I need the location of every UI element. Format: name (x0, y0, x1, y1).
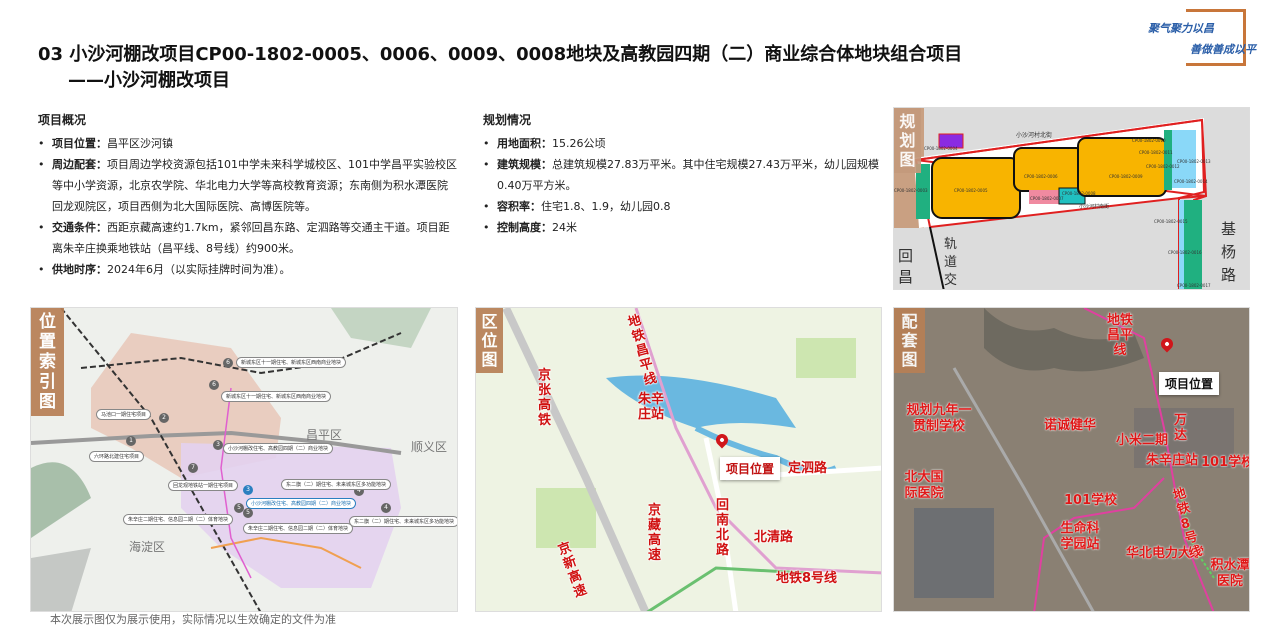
project-location-label: 项目位置 (720, 457, 781, 480)
planning-item: 控制高度：24米 (483, 217, 883, 238)
district-label: 顺义区 (411, 440, 448, 454)
parcel-label[interactable]: CP00-1802-0005 (954, 188, 988, 193)
title-line-1: 03 小沙河棚改项目CP00-1802-0005、0006、0009、0008地… (38, 44, 963, 65)
parcel-label[interactable]: CP00-1802-0011 (1139, 150, 1173, 155)
index-map-tag: 位置索引图 (31, 308, 64, 416)
road-east-label: 基杨路 (1221, 220, 1237, 284)
street-north-label: 小沙河村北街 (1016, 132, 1053, 139)
marker-number[interactable]: 4 (381, 503, 391, 513)
page-title: 03 小沙河棚改项目CP00-1802-0005、0006、0009、0008地… (38, 42, 962, 94)
overview-heading: 项目概况 (38, 113, 87, 127)
parcel-label[interactable]: CP00-1802-0010 (1132, 138, 1166, 143)
project-chip[interactable]: 回龙观地铁站一期住宅项目 (168, 480, 239, 491)
marker-number[interactable]: 6 (223, 358, 233, 368)
parcel-label[interactable]: CP00-1802-0009 (1109, 174, 1143, 179)
project-chip[interactable]: 马池口一期住宅项目 (96, 409, 152, 420)
project-chip-highlight[interactable]: 小沙河棚改住宅、高教园四期（二）商业地块 (246, 498, 357, 509)
logo-line-2: 善做善成以平 (1190, 43, 1256, 56)
parcel-label[interactable]: CP00-1802-0003 (894, 188, 928, 193)
dingsi-road-label: 定泗路 (788, 461, 828, 476)
beiqing-road-label: 北清路 (754, 530, 794, 545)
life-science-park-station-label: 生命科学园站 (1060, 521, 1100, 552)
marker-number[interactable]: 3 (243, 485, 253, 495)
marker-number[interactable]: 7 (188, 463, 198, 473)
parcel-label[interactable]: CP00-1802-0007 (1030, 196, 1064, 201)
project-chip[interactable]: 小沙河棚改住宅、高教园四期（二）商业地块 (223, 443, 334, 454)
project-chip[interactable]: 朱辛庄二期住宅、信息园二期（二）体育地块 (243, 523, 354, 534)
xiaomi-label: 小米二期 (1116, 433, 1169, 448)
pku-hospital-label: 北大国际医院 (904, 470, 944, 501)
road-west-label: 回昌 (898, 247, 914, 286)
project-chip[interactable]: 新城东区十一期住宅、新城东区西南商业地块 (236, 357, 347, 368)
logo-line-1: 聚气聚力以昌 (1148, 22, 1214, 35)
location-map-drawing (502, 308, 881, 611)
logo-frame (1186, 9, 1246, 66)
overview-item: 供地时序：2024年6月（以实际挂牌时间为准）。 (38, 259, 458, 280)
street-south-label: 小沙河村南街 (1079, 204, 1110, 210)
parcel-label[interactable]: CP00-1802-0012 (1146, 164, 1180, 169)
plan-map-tag: 规划图 (894, 108, 921, 173)
wanda-label: 万达 (1174, 413, 1188, 443)
project-chip[interactable]: 朱辛庄二期住宅、信息园二期（二）体育地块 (123, 514, 234, 525)
nuocheng-label: 诺诚健华 (1044, 418, 1097, 433)
project-location-label: 项目位置 (1159, 372, 1220, 395)
footer-note: 本次展示图仅为展示使用，实际情况以生效确定的文件为准 (50, 613, 336, 626)
overview-item: 项目位置：昌平区沙河镇 (38, 133, 458, 154)
plan-map[interactable]: 规划图 小沙河村北街 小沙河村南街 CP00-1802-0005 CP00-18… (893, 107, 1250, 290)
parcel-label[interactable]: CP00-1802-0008 (1062, 191, 1096, 196)
rail-label: 轨道交 (944, 237, 958, 288)
marker-number[interactable]: 6 (209, 380, 219, 390)
facility-map[interactable]: 配套图 地铁昌平线 项目位置 规划九年一贯制学校 诺诚健华 小米二期 万达 朱辛… (893, 307, 1250, 612)
planning-item: 建筑规模：总建筑规模27.83万平米。其中住宅规模27.43万平米，幼儿园规模0… (483, 154, 883, 196)
parcel-label[interactable]: CP00-1802-0004 (924, 146, 958, 151)
marker-number[interactable]: 3 (213, 440, 223, 450)
project-chip[interactable]: 东二旗（二）期住宅、未来城东区多功能地块 (349, 516, 457, 527)
planned-school-label: 规划九年一贯制学校 (906, 403, 972, 434)
parcel-label[interactable]: CP00-1802-0017 (1177, 283, 1211, 288)
marker-number[interactable]: 5 (243, 508, 253, 518)
parcel-label[interactable]: CP00-1802-0016 (1168, 250, 1202, 255)
index-map[interactable]: 位置索引图 昌平区 顺义区 海淀区 6 新城东区十一期住宅、新城东区西南商业地块… (30, 307, 458, 612)
project-chip[interactable]: 新城东区十一期住宅、新城东区西南商业地块 (221, 391, 332, 402)
marker-number[interactable]: 1 (126, 436, 136, 446)
subway-changping-label: 地铁昌平线 (1106, 313, 1133, 358)
marker-number[interactable]: 2 (159, 413, 169, 423)
project-chip[interactable]: 东二旗（二）期住宅、未来城东区多功能地块 (281, 479, 392, 490)
parcel-label[interactable]: CP00-1802-0015 (1154, 219, 1188, 224)
planning-item: 用地面积：15.26公顷 (483, 133, 883, 154)
parcel-label[interactable]: CP00-1802-0006 (1024, 174, 1058, 179)
location-map[interactable]: 区位图 地铁昌平线 京张高铁 朱辛庄站 定泗路 京藏高速 回南北路 北清路 京新… (475, 307, 882, 612)
jishuitan-hospital-label: 积水潭医院 (1210, 558, 1250, 589)
zhuxinzhuang-station-label: 朱辛庄站 (638, 392, 665, 422)
jingzhang-hsr-label: 京张高铁 (538, 368, 552, 428)
overview-item: 周边配套：项目周边学校资源包括101中学未来科学城校区、101中学昌平实验校区等… (38, 154, 458, 217)
overview-item: 交通条件：西距京藏高速约1.7km，紧邻回昌东路、定泗路等交通主干道。项目距离朱… (38, 217, 458, 259)
location-map-tag: 区位图 (476, 308, 503, 373)
district-label: 昌平区 (306, 428, 343, 442)
school-101-label: 101学校 (1064, 493, 1118, 508)
jingzang-expressway-label: 京藏高速 (648, 503, 662, 563)
zhuxinzhuang-station-label: 朱辛庄站 (1146, 453, 1199, 468)
subway-line8-label: 地铁8号线 (776, 571, 838, 586)
planning-heading: 规划情况 (483, 113, 532, 127)
huinan-north-road-label: 回南北路 (716, 498, 730, 558)
school-101-label: 101学校 (1201, 455, 1250, 470)
project-chip[interactable]: 六环路北建住宅项目 (89, 451, 145, 462)
district-label: 海淀区 (129, 540, 166, 554)
facility-map-tag: 配套图 (894, 308, 925, 373)
title-line-2: ——小沙河棚改项目 (68, 70, 230, 91)
overview-section: 项目概况 项目位置：昌平区沙河镇 周边配套：项目周边学校资源包括101中学未来科… (38, 110, 458, 280)
planning-section: 规划情况 用地面积：15.26公顷 建筑规模：总建筑规模27.83万平米。其中住… (483, 110, 883, 238)
planning-item: 容积率：住宅1.8、1.9，幼儿园0.8 (483, 196, 883, 217)
parcel-label[interactable]: CP00-1802-0013 (1177, 159, 1211, 164)
parcel-label[interactable]: CP00-1802-0014 (1174, 179, 1208, 184)
